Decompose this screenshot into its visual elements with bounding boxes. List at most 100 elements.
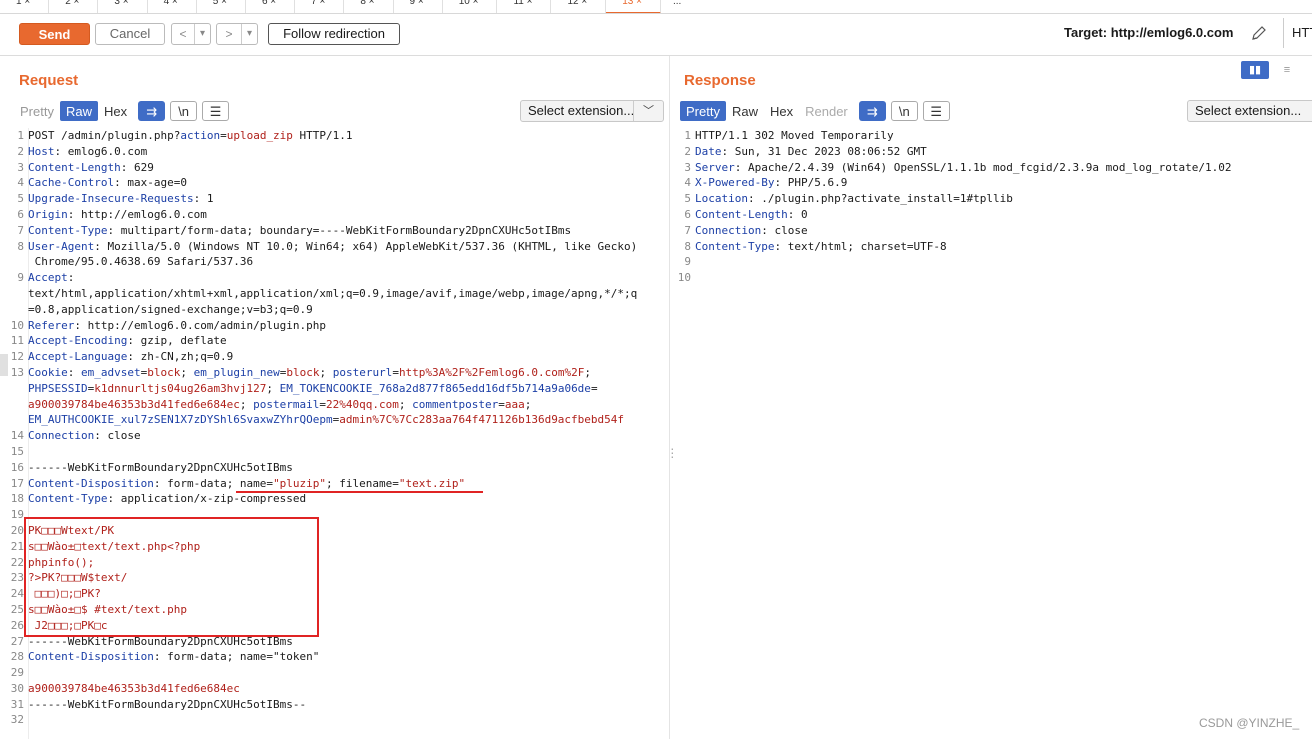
show-newlines-icon[interactable]: \n [170, 101, 198, 121]
request-tab[interactable]: 3 × [98, 0, 148, 13]
line-number: 8 [17, 239, 24, 253]
side-by-side-layout-icon[interactable]: ▮▮ [1241, 61, 1269, 79]
code-text: ; [239, 397, 254, 411]
header-name: em_advset [81, 365, 141, 379]
code-text: : http://emlog6.0.com [67, 207, 207, 221]
response-select-extension[interactable]: Select extension... [1187, 100, 1312, 122]
line-number: 21 [10, 539, 24, 553]
line-number: 4 [684, 176, 691, 190]
send-button[interactable]: Send [19, 23, 90, 45]
code-text: ; [319, 365, 333, 379]
header-name: em_plugin_new [193, 365, 280, 379]
request-tab[interactable]: 8 × [344, 0, 394, 13]
line-number: 1 [17, 129, 24, 142]
http-version-selector[interactable]: HTT [1283, 18, 1312, 48]
line-number: 9 [684, 255, 691, 269]
target-label: Target: http://emlog6.0.com [1064, 25, 1234, 40]
param-value: a900039784be46353b3d41fed6e684ec [28, 681, 240, 695]
request-tab[interactable]: 10 × [443, 0, 498, 13]
request-tab[interactable]: 13 × [606, 0, 661, 13]
param-value: admin%7C%7Cc283aa764f471126b136d9acfbebd… [339, 413, 625, 427]
code-text: ; [266, 381, 280, 395]
response-show-newlines-icon[interactable]: \n [890, 101, 918, 121]
request-select-extension[interactable]: Select extension... ﹀ [520, 100, 664, 122]
code-line: 6 Content-Length: 0 [677, 207, 1307, 223]
code-text: : close [761, 223, 808, 237]
response-view-raw[interactable]: Raw [726, 101, 764, 121]
header-name: Upgrade-Insecure-Requests [28, 192, 194, 206]
request-view-pretty[interactable]: Pretty [14, 101, 60, 121]
filename-underline-annotation [236, 491, 483, 493]
edit-target-pencil-icon[interactable] [1250, 24, 1268, 42]
response-menu-icon[interactable]: ☰ [922, 101, 950, 121]
request-view-raw[interactable]: Raw [59, 101, 98, 121]
param-value: 22%40qq.com [326, 397, 399, 411]
line-number: 3 [684, 160, 691, 174]
request-select-extension-label: Select extension... [528, 103, 635, 118]
code-text: : application/x-zip-compressed [107, 492, 307, 506]
line-number: 15 [10, 444, 24, 458]
code-text: : form-data; name="token" [153, 650, 320, 664]
response-view-pretty[interactable]: Pretty [680, 101, 726, 121]
splitter-grip-icon[interactable]: · · · [670, 441, 675, 463]
code-text: = [498, 397, 505, 411]
request-tab[interactable]: 7 × [295, 0, 345, 13]
request-tab[interactable]: 9 × [394, 0, 443, 13]
forward-arrow-icon[interactable]: > [217, 24, 241, 44]
stacked-layout-icon[interactable]: ≡ [1273, 61, 1301, 79]
header-name: postermail [253, 397, 320, 411]
header-name: EM_TOKENCOOKIE_768a2d877f865edd16df5b714… [279, 381, 591, 395]
code-text: : 629 [120, 160, 154, 174]
code-text: HTTP/1.1 302 Moved Temporarily [695, 129, 894, 142]
code-line: 10 [677, 270, 1307, 286]
more-tabs-button[interactable]: ... [661, 0, 693, 13]
header-name: Content-Disposition [28, 650, 154, 664]
line-number: 4 [17, 176, 24, 190]
request-tab[interactable]: 12 × [551, 0, 607, 13]
code-line: 7 Content-Type: multipart/form-data; boun… [10, 223, 666, 239]
request-editor[interactable]: 1 POST /admin/plugin.php?action=upload_zi… [10, 128, 666, 728]
line-number: 28 [10, 650, 24, 664]
forward-history-dropdown-icon[interactable]: ▾ [241, 24, 257, 44]
line-number: 20 [10, 523, 24, 537]
pane-divider[interactable] [669, 56, 670, 739]
code-text: : form-data; name= [153, 476, 274, 490]
request-view-hex[interactable]: Hex [98, 101, 133, 121]
line-number: 9 [17, 271, 24, 285]
request-view-bar: Pretty Raw Hex ⇉ \n ☰ [14, 100, 230, 122]
request-tab[interactable]: 4 × [148, 0, 197, 13]
code-line: 15 [10, 444, 666, 460]
line-number: 6 [17, 207, 24, 221]
back-history-dropdown-icon[interactable]: ▾ [194, 24, 210, 44]
response-editor[interactable]: 1 HTTP/1.1 302 Moved Temporarily 2 Date: Su… [677, 128, 1307, 286]
line-number: 32 [10, 713, 24, 727]
request-tab[interactable]: 11 × [497, 0, 552, 13]
header-name: Content-Length [695, 207, 788, 221]
header-name: EM_AUTHCOOKIE_xul7zSEN1X7zDYShl6SvaxwZYh… [28, 413, 333, 427]
code-line: 28 Content-Disposition: form-data; name="… [10, 649, 666, 665]
response-wrap-lines-icon[interactable]: ⇉ [858, 101, 886, 121]
code-line: text/html,application/xhtml+xml,applicat… [10, 286, 666, 302]
code-text: : Sun, 31 Dec 2023 08:06:52 GMT [721, 144, 927, 158]
request-tab[interactable]: 6 × [246, 0, 296, 13]
line-number: 7 [17, 223, 24, 237]
follow-redirection-button[interactable]: Follow redirection [268, 23, 400, 45]
param-value: block [286, 365, 320, 379]
header-name: commentposter [412, 397, 499, 411]
wrap-lines-icon[interactable]: ⇉ [138, 101, 166, 121]
response-view-render[interactable]: Render [799, 101, 854, 121]
request-tab[interactable]: 5 × [197, 0, 246, 13]
header-name: Connection [695, 223, 762, 237]
back-arrow-icon[interactable]: < [172, 24, 194, 44]
code-line: 31 ------WebKitFormBoundary2DpnCXUHc5otIB… [10, 697, 666, 713]
request-tab[interactable]: 1 × [0, 0, 50, 13]
cancel-button[interactable]: Cancel [95, 23, 165, 45]
code-text: =0.8,application/signed-exchange;v=b3;q=… [28, 302, 313, 316]
code-line: 3 Server: Apache/2.4.39 (Win64) OpenSSL/1… [677, 160, 1307, 176]
left-edge-scroll-handle[interactable] [0, 354, 8, 376]
response-view-hex[interactable]: Hex [764, 101, 799, 121]
code-line: 2 Host: emlog6.0.com [10, 144, 666, 160]
request-menu-icon[interactable]: ☰ [202, 101, 230, 121]
code-text: = [590, 381, 598, 395]
request-tab[interactable]: 2 × [49, 0, 99, 13]
